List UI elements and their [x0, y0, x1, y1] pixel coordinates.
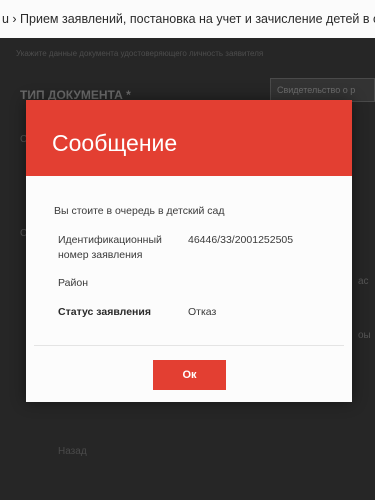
- application-id-label: Идентификационный номер заявления: [58, 233, 162, 263]
- district-label: Район: [58, 277, 88, 289]
- breadcrumb[interactable]: u › Прием заявлений, постановка на учет …: [0, 0, 375, 38]
- form-hint-text: Укажите данные документа удостоверяющего…: [16, 49, 264, 58]
- browser-screen: u › Прием заявлений, постановка на учет …: [0, 0, 375, 500]
- message-dialog: Сообщение Вы стоите в очередь в детский …: [26, 100, 352, 402]
- status-label: Статус заявления: [58, 306, 151, 318]
- application-id-value: 46446/33/2001252505: [188, 234, 294, 246]
- dialog-message: Вы стоите в очередь в детский сад: [54, 205, 225, 217]
- dialog-divider: [34, 345, 344, 346]
- background-text-fragment: оы: [358, 330, 371, 341]
- application-id-label-line1: Идентификационный: [58, 234, 162, 246]
- dialog-header: Сообщение: [26, 100, 352, 176]
- status-value: Отказ: [188, 306, 217, 318]
- back-link[interactable]: Назад: [58, 446, 87, 457]
- doc-type-select[interactable]: Свидетельство о р: [270, 78, 375, 102]
- ok-button[interactable]: Ок: [153, 360, 226, 390]
- application-id-label-line2: номер заявления: [58, 249, 143, 261]
- background-text-fragment: ас: [358, 276, 369, 287]
- dialog-title: Сообщение: [52, 130, 178, 156]
